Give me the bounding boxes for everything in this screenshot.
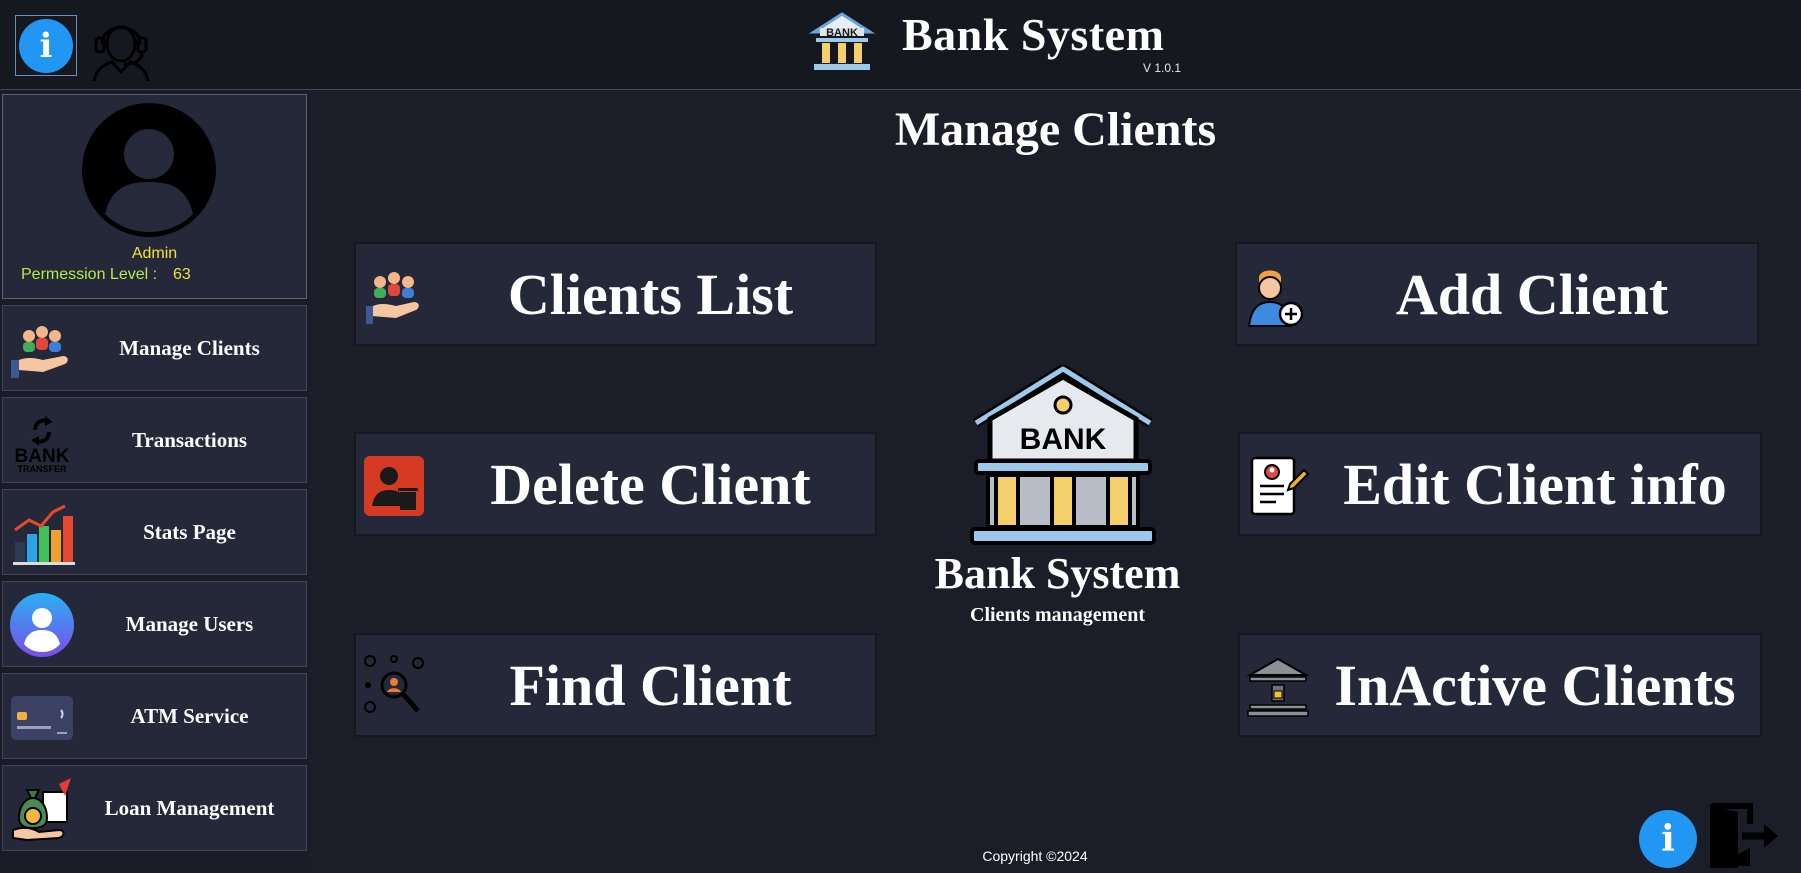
find-client-icon: [364, 655, 424, 713]
clients-list-label: Clients List: [507, 261, 794, 327]
delete-client-button[interactable]: Delete Client: [354, 432, 877, 536]
support-headset-icon[interactable]: [88, 10, 154, 82]
add-client-icon: [1247, 270, 1304, 327]
header-bar: i BANK Bank System V 1.0.1: [0, 0, 1801, 90]
sidebar: Admin Permession Level : 63 Manage Clien…: [0, 91, 310, 873]
copyright-text: Copyright ©2024: [982, 848, 1088, 864]
sidebar-item-label: Loan Management: [104, 795, 275, 820]
inactive-clients-icon: [1246, 657, 1310, 717]
app-title: Bank System: [902, 9, 1165, 60]
inactive-clients-label: InActive Clients: [1334, 652, 1736, 718]
sidebar-item-label: Transactions: [131, 427, 248, 452]
sidebar-item-label: ATM Service: [130, 703, 249, 728]
sidebar-item-transactions[interactable]: BANK TRANSFER Transactions: [2, 397, 307, 483]
info-button[interactable]: i: [15, 15, 77, 76]
add-client-button[interactable]: Add Client: [1235, 242, 1759, 346]
delete-client-icon: [364, 456, 424, 516]
app-version: V 1.0.1: [1143, 61, 1182, 75]
bank-transfer-subtext: TRANSFER: [18, 464, 67, 474]
edit-client-info-icon: [1250, 456, 1310, 516]
bank-building-logo: BANK: [970, 365, 1156, 545]
permission-level-label: Permession Level :: [21, 266, 158, 283]
loan-money-bag-icon: [12, 778, 71, 842]
sidebar-item-label: Manage Users: [125, 611, 254, 636]
user-profile-card: Admin Permession Level : 63: [2, 94, 307, 299]
manage-users-icon: [10, 593, 74, 657]
info-icon[interactable]: i: [1639, 810, 1697, 868]
inactive-clients-button[interactable]: InActive Clients: [1238, 633, 1762, 737]
center-subtitle: Clients management: [970, 604, 1145, 626]
find-client-label: Find Client: [509, 652, 792, 718]
clients-list-icon: [366, 272, 419, 324]
bank-logo-text: BANK: [1020, 423, 1107, 456]
sidebar-item-label: Stats Page: [143, 519, 236, 544]
atm-card-icon: [11, 696, 73, 740]
stats-chart-icon: [13, 504, 75, 565]
info-icon: i: [19, 18, 73, 73]
sidebar-item-manage-clients[interactable]: Manage Clients: [2, 305, 307, 391]
sidebar-item-atm-service[interactable]: ATM Service: [2, 673, 307, 759]
page-title: Manage Clients: [894, 103, 1217, 156]
add-client-label: Add Client: [1395, 261, 1669, 327]
permission-level-value: 63: [173, 266, 191, 283]
bank-logo-icon: BANK: [808, 12, 876, 70]
delete-client-label: Delete Client: [490, 451, 811, 517]
username-label: Admin: [131, 245, 178, 262]
sidebar-item-manage-users[interactable]: Manage Users: [2, 581, 307, 667]
svg-text:BANK: BANK: [826, 27, 858, 39]
edit-client-info-label: Edit Client info: [1343, 451, 1727, 517]
find-client-button[interactable]: Find Client: [354, 633, 877, 737]
sidebar-item-label: Manage Clients: [119, 335, 260, 360]
center-title: Bank System: [934, 549, 1181, 598]
sidebar-item-loan-management[interactable]: Loan Management: [2, 765, 307, 851]
user-avatar-icon: [82, 103, 216, 237]
clients-list-button[interactable]: Clients List: [354, 242, 877, 346]
edit-client-info-button[interactable]: Edit Client info: [1238, 432, 1762, 536]
sidebar-item-stats-page[interactable]: Stats Page: [2, 489, 307, 575]
bank-transfer-icon: BANK TRANSFER: [15, 416, 70, 474]
exit-door-icon[interactable]: [1708, 802, 1780, 870]
manage-clients-icon: [11, 326, 68, 378]
